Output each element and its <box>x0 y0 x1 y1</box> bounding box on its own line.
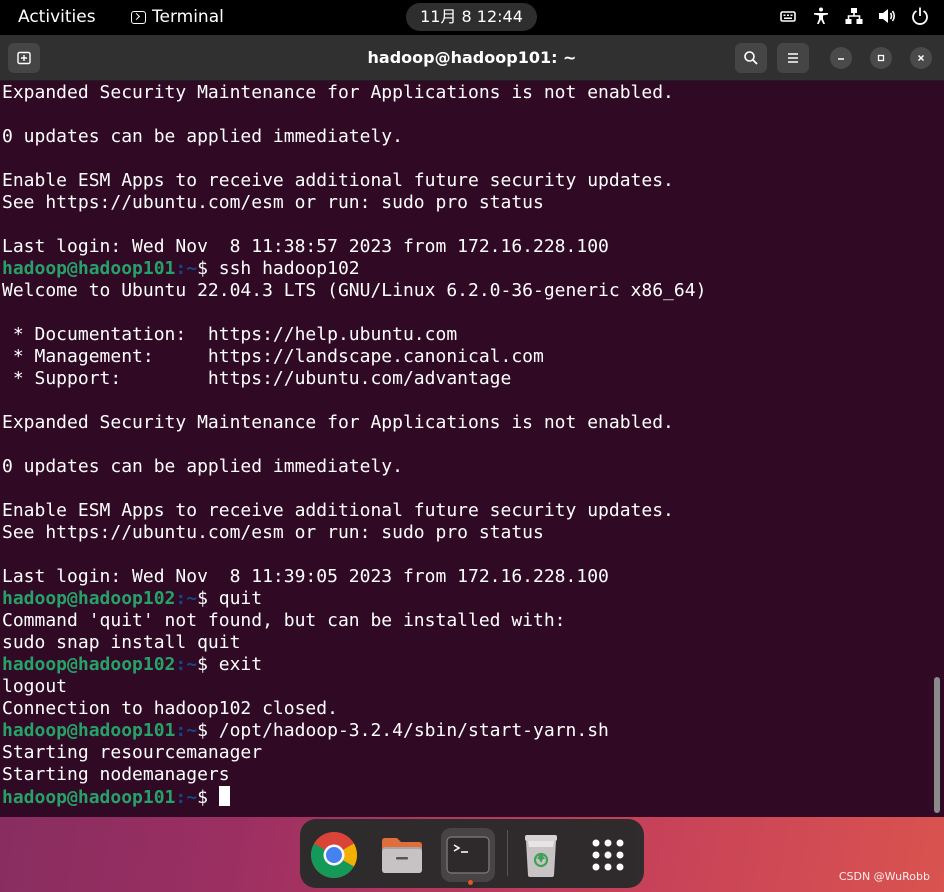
watermark: CSDN @WuRobb <box>838 870 930 883</box>
terminal-cursor <box>218 786 230 806</box>
prompt-user: hadoop@hadoop102 <box>2 654 176 675</box>
terminal-output-line: Last login: Wed Nov 8 11:39:05 2023 from… <box>2 566 609 587</box>
running-indicator <box>468 880 473 885</box>
dock-files[interactable] <box>375 828 429 882</box>
chrome-icon <box>311 832 357 878</box>
dock-separator <box>507 830 508 876</box>
terminal-output-line: See https://ubuntu.com/esm or run: sudo … <box>2 192 544 213</box>
terminal-output-line: logout <box>2 676 68 697</box>
top-bar: Activities Terminal 11月 8 12:44 <box>0 0 944 35</box>
accessibility-icon[interactable] <box>811 6 831 26</box>
prompt-user: hadoop@hadoop101 <box>2 720 176 741</box>
prompt-command: $ ssh hadoop102 <box>197 258 360 279</box>
terminal-output-line: * Management: https://landscape.canonica… <box>2 346 544 367</box>
terminal-output-line: * Support: https://ubuntu.com/advantage <box>2 368 512 389</box>
app-menu[interactable]: Terminal <box>131 7 224 27</box>
prompt-path: :~ <box>175 588 198 609</box>
terminal-output-line: 0 updates can be applied immediately. <box>2 456 403 477</box>
search-button[interactable] <box>735 43 767 73</box>
prompt-command: $ <box>197 787 219 808</box>
network-icon[interactable] <box>844 6 864 26</box>
terminal-prompt-line: hadoop@hadoop101:~$ ssh hadoop102 <box>2 258 932 280</box>
prompt-command: $ exit <box>197 654 263 675</box>
dock-terminal[interactable] <box>441 828 495 882</box>
minimize-icon <box>838 58 844 60</box>
terminal-output-line: * Documentation: https://help.ubuntu.com <box>2 324 458 345</box>
minimize-button[interactable] <box>830 47 852 69</box>
clock[interactable]: 11月 8 12:44 <box>406 3 537 31</box>
dock-chrome[interactable] <box>307 828 361 882</box>
terminal-output-line: 0 updates can be applied immediately. <box>2 126 403 147</box>
terminal-prompt-line: hadoop@hadoop101:~$ /opt/hadoop-3.2.4/sb… <box>2 720 932 742</box>
maximize-icon <box>877 54 885 62</box>
prompt-path: :~ <box>175 787 198 808</box>
terminal-prompt-line: hadoop@hadoop102:~$ quit <box>2 588 932 610</box>
terminal-output-line: Command 'quit' not found, but can be ins… <box>2 610 566 631</box>
terminal-output-line: See https://ubuntu.com/esm or run: sudo … <box>2 522 544 543</box>
header-bar[interactable]: hadoop@hadoop101: ~ <box>0 35 944 81</box>
close-button[interactable] <box>910 47 932 69</box>
terminal-output-line: Connection to hadoop102 closed. <box>2 698 338 719</box>
terminal-output-line: Enable ESM Apps to receive additional fu… <box>2 170 674 191</box>
terminal-prompt-line: hadoop@hadoop102:~$ exit <box>2 654 932 676</box>
terminal-icon <box>446 836 490 874</box>
app-grid-icon <box>592 839 624 871</box>
terminal-output-line: Welcome to Ubuntu 22.04.3 LTS (GNU/Linux… <box>2 280 707 301</box>
maximize-button[interactable] <box>870 47 892 69</box>
prompt-path: :~ <box>175 258 198 279</box>
terminal-output-line: Enable ESM Apps to receive additional fu… <box>2 500 674 521</box>
prompt-user: hadoop@hadoop102 <box>2 588 176 609</box>
terminal-scrollbar[interactable] <box>934 677 940 813</box>
power-icon[interactable] <box>910 6 930 26</box>
dock-trash[interactable] <box>514 828 568 882</box>
terminal-prompt-line: hadoop@hadoop101:~$ <box>2 786 932 808</box>
trash-icon <box>525 835 557 877</box>
prompt-user: hadoop@hadoop101 <box>2 258 176 279</box>
volume-icon[interactable] <box>877 6 897 26</box>
activities-button[interactable]: Activities <box>18 7 96 27</box>
terminal-output[interactable]: Expanded Security Maintenance for Applic… <box>2 82 932 817</box>
new-tab-button[interactable] <box>8 43 40 73</box>
new-tab-icon <box>17 51 31 65</box>
dock-show-apps[interactable] <box>581 828 635 882</box>
terminal-output-line: Starting resourcemanager <box>2 742 263 763</box>
prompt-user: hadoop@hadoop101 <box>2 787 176 808</box>
menu-icon <box>788 53 798 63</box>
search-icon <box>744 51 758 65</box>
dock <box>300 819 644 888</box>
files-icon <box>382 838 422 873</box>
terminal-app-icon <box>131 10 146 24</box>
terminal-output-line: Last login: Wed Nov 8 11:38:57 2023 from… <box>2 236 609 257</box>
prompt-command: $ quit <box>197 588 263 609</box>
terminal-output-line: Expanded Security Maintenance for Applic… <box>2 412 674 433</box>
terminal-output-line: Starting nodemanagers <box>2 764 230 785</box>
terminal-output-line: Expanded Security Maintenance for Applic… <box>2 82 674 103</box>
prompt-command: $ /opt/hadoop-3.2.4/sbin/start-yarn.sh <box>197 720 609 741</box>
system-tray[interactable] <box>778 6 930 26</box>
terminal-output-line: sudo snap install quit <box>2 632 241 653</box>
menu-button[interactable] <box>777 43 809 73</box>
terminal-window: hadoop@hadoop101: ~ Expanded Security Ma… <box>0 35 944 817</box>
close-icon <box>917 54 925 62</box>
keyboard-icon[interactable] <box>778 6 798 26</box>
prompt-path: :~ <box>175 720 198 741</box>
prompt-path: :~ <box>175 654 198 675</box>
app-menu-label: Terminal <box>152 7 224 27</box>
